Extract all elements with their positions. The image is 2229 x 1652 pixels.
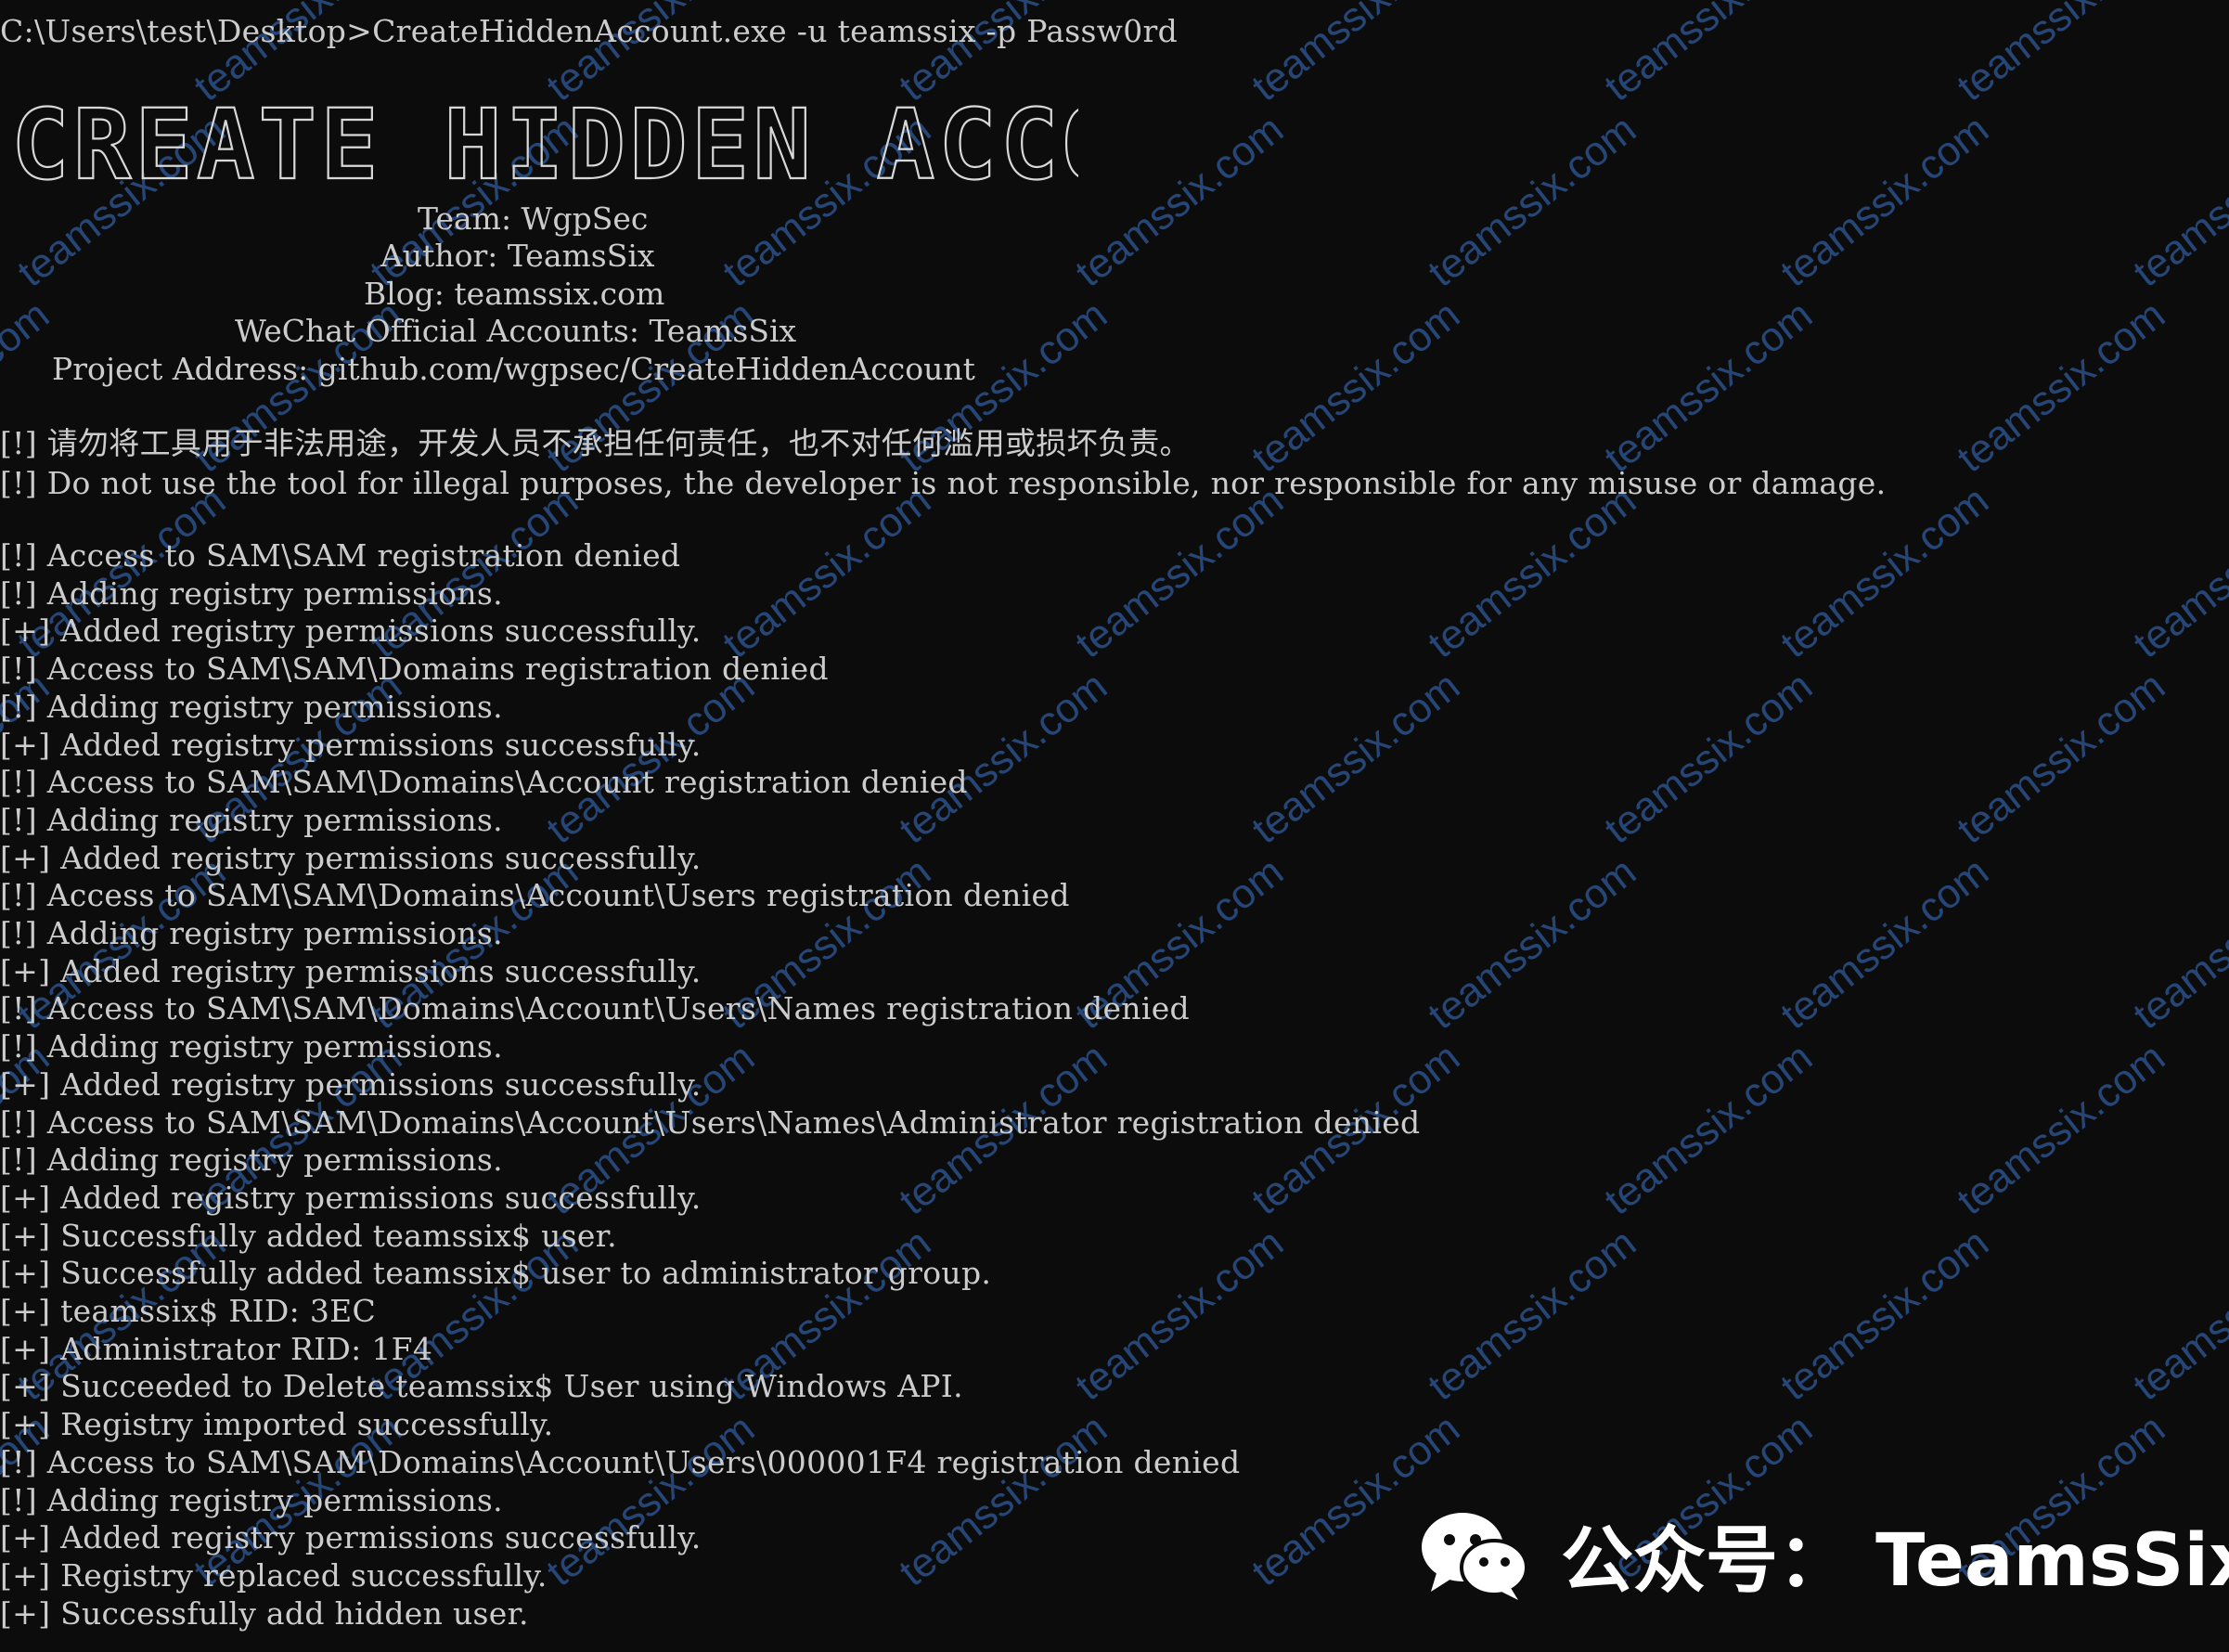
watermark-text: teamssix.com [1949,1034,2174,1224]
credit-wechat: WeChat Official Accounts: TeamsSix [235,313,797,349]
log-line: [!] Adding registry permissions. [0,688,503,725]
credit-blog: Blog: teamssix.com [364,276,665,312]
watermark-text: teamssix.com [1772,848,1998,1039]
wechat-official-account-badge: 公众号： TeamsSix [1420,1504,2229,1606]
log-line: [+] teamssix$ RID: 3EC [0,1293,377,1329]
watermark-text: teamssix.com [891,663,1116,853]
log-line: [+] Successfully added teamssix$ user to… [0,1255,992,1292]
log-line: [+] Added registry permissions successfu… [0,613,702,650]
log-line: [!] Access to SAM\SAM\Domains\Account\Us… [0,1103,1421,1141]
watermark-text: teamssix.com [1420,477,1645,667]
log-line: [+] Registry imported successfully. [0,1406,554,1443]
watermark-text: teamssix.com [1067,477,1293,667]
watermark-text: teamssix.com [1420,848,1645,1039]
credit-project: Project Address: github.com/wgpsec/Creat… [52,351,975,387]
watermark-text: teamssix.com [2125,848,2229,1039]
log-line: [!] Adding registry permissions. [0,1142,503,1179]
command-line: C:\Users\test\Desktop>CreateHiddenAccoun… [0,13,1179,49]
log-line: [!] Access to SAM\SAM\Domains\Account\Us… [0,1443,1241,1480]
watermark-text: teamssix.com [715,477,940,667]
watermark-text: teamssix.com [1420,1220,1645,1410]
watermark-text: teamssix.com [538,1405,764,1595]
watermark-text: teamssix.com [1243,291,1469,482]
log-line: [+] Added registry permissions successfu… [0,839,702,876]
watermark-text: teamssix.com [2125,1220,2229,1410]
watermark-text: teamssix.com [1243,663,1469,853]
log-line: [+] Added registry permissions successfu… [0,726,702,763]
watermark-text: teamssix.com [1596,0,1822,110]
watermark-text: teamssix.com [2125,477,2229,667]
banner-text: CREATE HIDDEN ACCOUNT [11,97,1078,189]
disclaimer-english: [!] Do not use the tool for illegal purp… [0,465,1887,501]
log-line: [!] Access to SAM\SAM registration denie… [0,537,681,574]
watermark-text: teamssix.com [2125,106,2229,296]
log-line: [+] Registry replaced successfully. [0,1556,548,1594]
log-line: [!] Access to SAM\SAM\Domains\Account\Us… [0,990,1190,1027]
log-line: [!] Adding registry permissions. [0,1028,503,1065]
disclaimer-chinese: [!] 请勿将工具用于非法用途，开发人员不承担任何责任，也不对任何滥用或损坏负责… [0,425,1191,461]
log-line: [+] Added registry permissions successfu… [0,1519,702,1556]
watermark-text: teamssix.com [1420,106,1645,296]
watermark-text: teamssix.com [1772,477,1998,667]
watermark-text: teamssix.com [1772,106,1998,296]
log-line: [!] Adding registry permissions. [0,915,503,951]
log-line: [!] Adding registry permissions. [0,801,503,838]
wechat-account-label: 公众号： TeamsSix [1561,1519,2229,1603]
log-line: [+] Successfully added teamssix$ user. [0,1217,617,1254]
watermark-text: teamssix.com [1596,663,1822,853]
watermark-text: teamssix.com [1067,1220,1293,1410]
log-line: [+] Successfully add hidden user. [0,1594,529,1632]
log-line: [!] Access to SAM\SAM\Domains\Account re… [0,764,968,801]
wechat-icon [1422,1513,1528,1600]
log-line: [!] Access to SAM\SAM\Domains\Account\Us… [0,877,1070,914]
ascii-banner: CREATE HIDDEN ACCOUNT [11,97,1078,189]
log-line: [+] Added registry permissions successfu… [0,1179,702,1216]
log-line: [+] Succeeded to Delete teamssix$ User u… [0,1368,963,1405]
watermark-text: teamssix.com [1596,291,1822,482]
watermark-text: teamssix.com [1596,1034,1822,1224]
watermark-text: teamssix.com [1949,0,2174,110]
log-line: [+] Added registry permissions successfu… [0,952,702,989]
watermark-text: teamssix.com [1772,1220,1998,1410]
log-line: [!] Adding registry permissions. [0,1481,503,1518]
log-line: [+] Added registry permissions successfu… [0,1065,702,1103]
log-line: [!] Adding registry permissions. [0,574,503,612]
log-line: [!] Access to SAM\SAM\Domains registrati… [0,651,829,688]
watermark-text: teamssix.com [1949,663,2174,853]
log-line: [+] Administrator RID: 1F4 [0,1330,433,1367]
watermark-text: teamssix.com [1949,291,2174,482]
watermark-text: teamssix.com [891,1405,1116,1595]
watermark-text: teamssix.com [1067,106,1293,296]
watermark-text: teamssix.com [1243,0,1469,110]
credit-team: Team: WgpSec [418,200,649,237]
credit-author: Author: TeamsSix [380,238,655,274]
terminal-window[interactable]: teamssix.com teamssix.com teamssix.com team… [0,0,2229,1652]
